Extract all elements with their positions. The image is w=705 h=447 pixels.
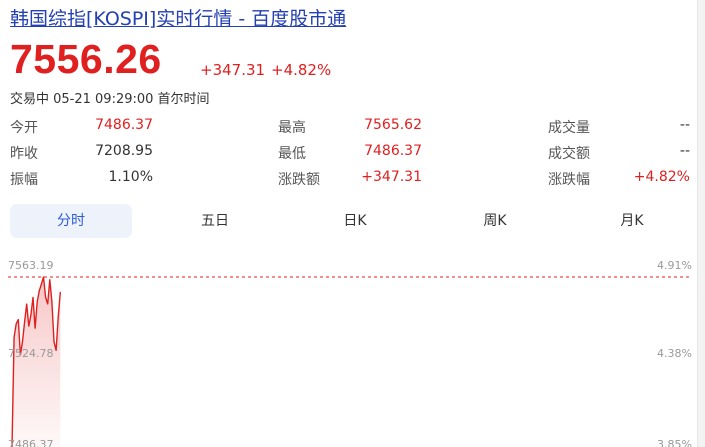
y-tick-left-bottom: 7486.37 bbox=[8, 438, 54, 447]
price-point-17 bbox=[47, 303, 49, 305]
price-point-16 bbox=[45, 296, 47, 298]
tab-intraday[interactable]: 分时 bbox=[10, 204, 132, 238]
stat-change-amount-label: 涨跌额 bbox=[278, 172, 320, 188]
price-point-15 bbox=[42, 276, 45, 278]
stat-change-percent-label: 涨跌幅 bbox=[548, 172, 590, 188]
stat-high-label: 最高 bbox=[278, 120, 306, 136]
price-point-7 bbox=[26, 303, 28, 305]
tab-weekly-k[interactable]: 周K bbox=[435, 204, 555, 238]
price-point-5 bbox=[21, 341, 24, 343]
y-tick-right-top: 4.91% bbox=[657, 259, 692, 272]
y-tick-left-mid: 7524.78 bbox=[8, 347, 54, 360]
change-amount: +347.31 bbox=[200, 61, 266, 79]
stat-prev-close-label: 昨收 bbox=[10, 146, 38, 162]
stat-amplitude-label: 振幅 bbox=[10, 172, 38, 188]
y-tick-right-mid: 4.38% bbox=[657, 347, 692, 360]
stat-prev-close-value: 7208.95 bbox=[95, 143, 153, 159]
stat-high-value: 7565.62 bbox=[364, 117, 422, 133]
trading-status-time: 交易中 05-21 09:29:00 首尔时间 bbox=[10, 92, 210, 107]
price-point-20 bbox=[53, 341, 55, 343]
price-point-1 bbox=[13, 336, 15, 338]
tab-daily-k[interactable]: 日K bbox=[295, 204, 415, 238]
stat-open-value: 7486.37 bbox=[95, 117, 153, 133]
chart-canvas bbox=[8, 276, 690, 447]
stat-open-label: 今开 bbox=[10, 120, 38, 136]
stat-low-value: 7486.37 bbox=[364, 143, 422, 159]
stat-change-amount-value: +347.31 bbox=[361, 169, 422, 185]
price-point-11 bbox=[34, 327, 36, 329]
price-point-22 bbox=[57, 316, 59, 318]
price-area-fill bbox=[12, 277, 61, 447]
price-point-2 bbox=[15, 323, 17, 325]
price-point-10 bbox=[32, 296, 34, 298]
stat-low-label: 最低 bbox=[278, 146, 306, 162]
stat-turnover-label: 成交额 bbox=[548, 146, 590, 162]
price-point-23 bbox=[59, 291, 61, 293]
current-price: 7556.26 bbox=[10, 36, 162, 82]
price-point-9 bbox=[30, 314, 32, 316]
price-point-21 bbox=[55, 349, 57, 351]
stat-change-percent-value: +4.82% bbox=[633, 169, 690, 185]
price-point-18 bbox=[49, 279, 51, 281]
price-point-6 bbox=[24, 321, 26, 323]
stat-volume-label: 成交量 bbox=[548, 120, 590, 136]
page-scrollbar[interactable] bbox=[697, 0, 705, 447]
y-tick-right-bottom: 3.85% bbox=[657, 438, 692, 447]
y-tick-left-top: 7563.19 bbox=[8, 259, 54, 272]
price-point-19 bbox=[51, 301, 53, 303]
tab-monthly-k[interactable]: 月K bbox=[572, 204, 692, 238]
stat-volume-value: -- bbox=[679, 117, 690, 133]
price-point-12 bbox=[36, 301, 38, 303]
intraday-chart[interactable]: 7563.19 7524.78 7486.37 4.91% 4.38% 3.85… bbox=[0, 246, 705, 447]
stat-amplitude-value: 1.10% bbox=[108, 169, 153, 185]
tab-five-day[interactable]: 五日 bbox=[155, 204, 275, 238]
price-point-13 bbox=[38, 290, 40, 292]
price-point-8 bbox=[28, 325, 30, 327]
stat-turnover-value: -- bbox=[679, 143, 690, 159]
chart-period-tabs: 分时 五日 日K 周K 月K bbox=[10, 204, 690, 238]
change-percent: +4.82% bbox=[271, 61, 332, 79]
page-title[interactable]: 韩国综指[KOSPI]实时行情 - 百度股市通 bbox=[10, 4, 346, 31]
price-point-3 bbox=[17, 318, 19, 321]
price-point-14 bbox=[40, 283, 43, 285]
